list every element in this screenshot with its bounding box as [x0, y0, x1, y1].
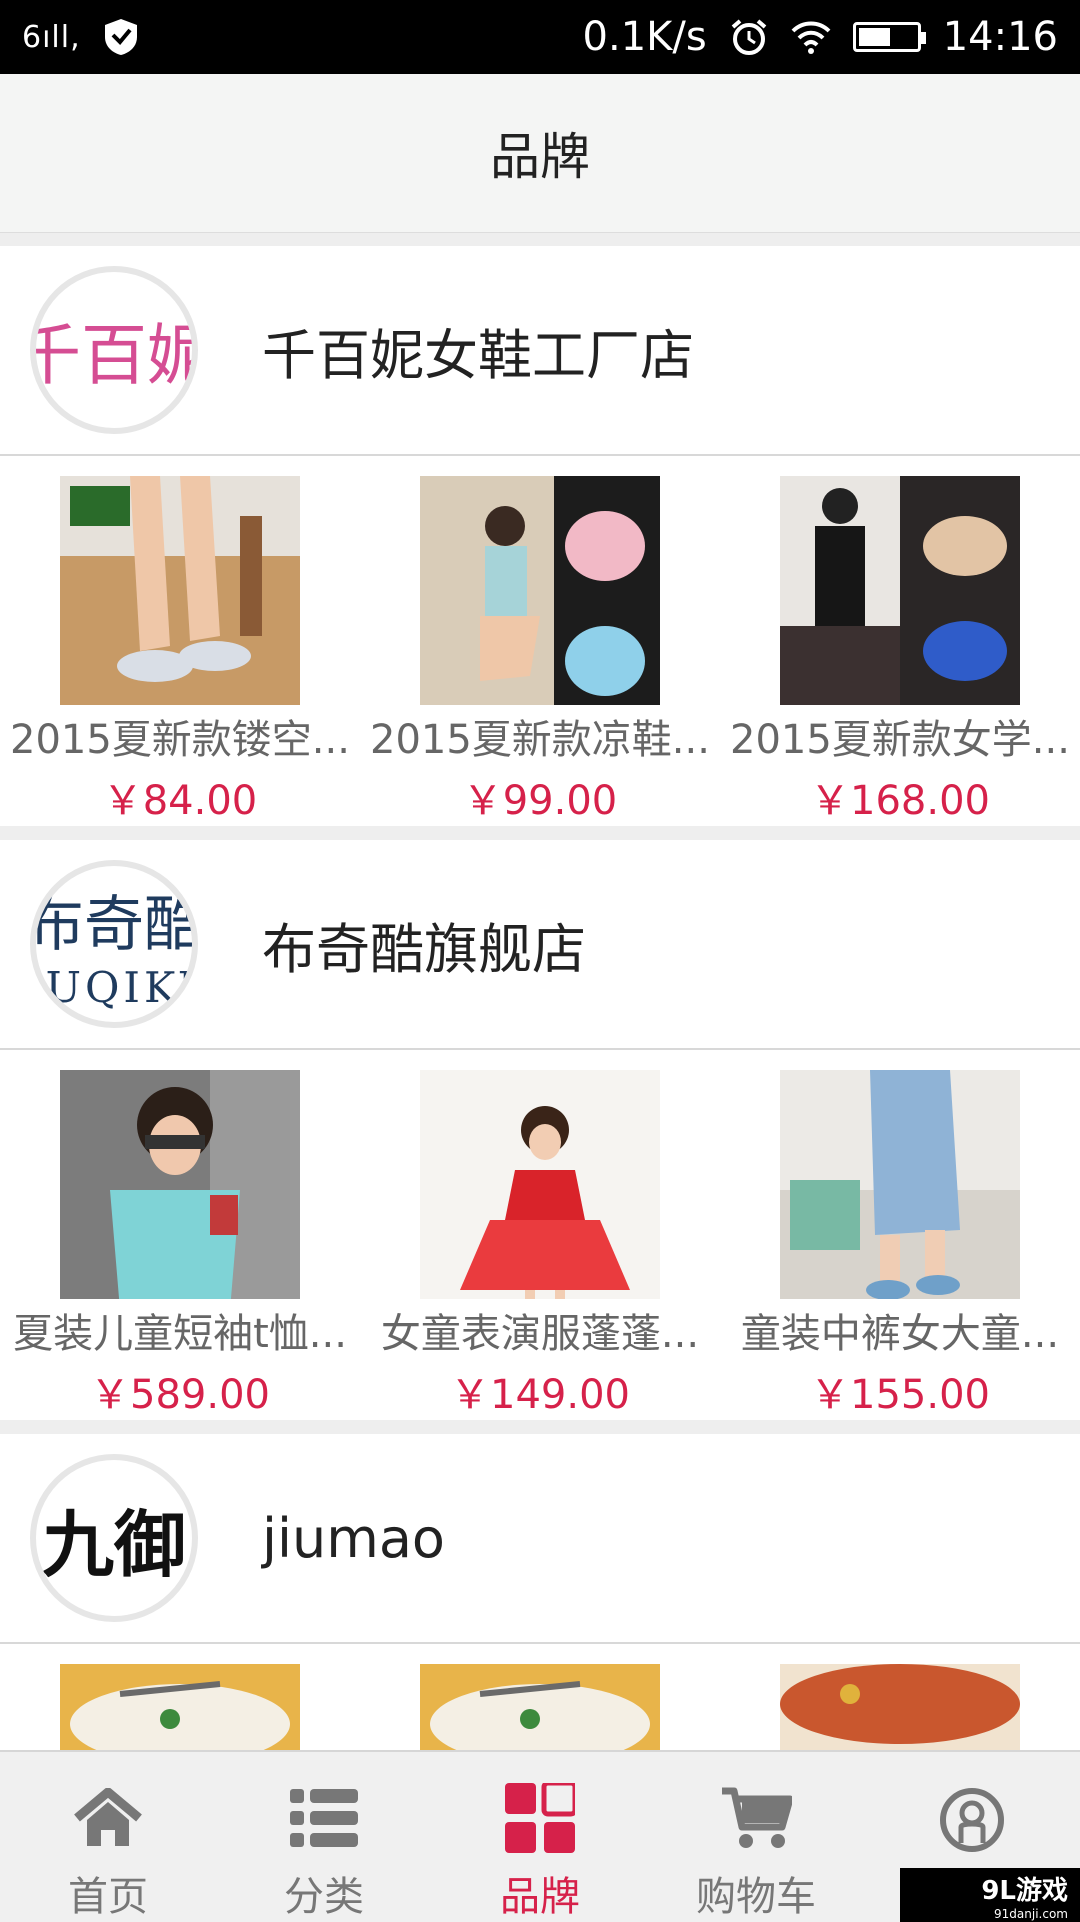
watermark: 9L游戏 91danji.com [900, 1868, 1080, 1922]
product-card[interactable] [360, 1644, 720, 1750]
nav-cart[interactable]: 购物车 [648, 1752, 864, 1922]
product-price: ￥99.00 [462, 778, 618, 824]
brand-section: 布奇酷 BUQIKU 布奇酷旗舰店 夏装儿童短 [0, 840, 1080, 1420]
product-image[interactable] [60, 1070, 300, 1299]
brand-row[interactable]: 千百妮 千百妮女鞋工厂店 [0, 246, 1080, 456]
home-icon [73, 1782, 143, 1854]
product-row [0, 1644, 1080, 1750]
nav-home[interactable]: 首页 [0, 1752, 216, 1922]
shield-icon [104, 19, 137, 55]
wifi-icon [791, 21, 831, 54]
nav-label: 品牌 [500, 1874, 580, 1920]
product-image[interactable] [420, 1070, 660, 1299]
product-card[interactable]: 2015夏新款镂空... ￥84.00 [0, 456, 360, 826]
product-image[interactable] [60, 1664, 300, 1750]
product-card[interactable]: 夏装儿童短袖t恤... ￥589.00 [0, 1050, 360, 1420]
product-price: ￥155.00 [810, 1372, 990, 1418]
brand-name: 布奇酷旗舰店 [262, 917, 586, 981]
battery-icon [852, 22, 926, 52]
brand-section: 千百妮 千百妮女鞋工厂店 2015夏 [0, 246, 1080, 826]
product-image[interactable] [420, 476, 660, 705]
product-row: 夏装儿童短袖t恤... ￥589.00 女童表演服蓬蓬... ￥149.00 童… [0, 1050, 1080, 1420]
brand-logo[interactable]: 布奇酷 BUQIKU [30, 860, 198, 1028]
product-price: ￥589.00 [90, 1372, 270, 1418]
product-name: 2015夏新款凉鞋... [370, 716, 710, 762]
brand-section: 九御 jiumao [0, 1434, 1080, 1750]
product-card[interactable] [0, 1644, 360, 1750]
product-image[interactable] [60, 476, 300, 705]
nav-brand[interactable]: 品牌 [432, 1752, 648, 1922]
product-image[interactable] [780, 1070, 1020, 1299]
user-icon [939, 1782, 1005, 1858]
watermark-url: 91danji.com [994, 1906, 1068, 1921]
product-card[interactable]: 童装中裤女大童... ￥155.00 [720, 1050, 1080, 1420]
brand-grid-icon [505, 1782, 575, 1854]
product-image[interactable] [780, 1664, 1020, 1750]
logo-subtext: BUQIKU [36, 963, 192, 1012]
signal-icon: 6ıll, [22, 19, 81, 55]
brand-list[interactable]: 千百妮 千百妮女鞋工厂店 2015夏 [0, 246, 1080, 1750]
nav-category[interactable]: 分类 [216, 1752, 432, 1922]
alarm-icon [731, 19, 767, 55]
cart-icon [720, 1782, 792, 1854]
nav-label: 购物车 [696, 1874, 816, 1920]
brand-row[interactable]: 九御 jiumao [0, 1434, 1080, 1644]
product-price: ￥149.00 [450, 1372, 630, 1418]
nav-label: 分类 [284, 1874, 364, 1920]
product-name: 2015夏新款女学... [730, 716, 1070, 762]
product-card[interactable]: 2015夏新款女学... ￥168.00 [720, 456, 1080, 826]
bottom-nav: 首页 分类 品牌 购物车 9L游戏 91danji.com [0, 1750, 1080, 1922]
watermark-brand: 9L游戏 [981, 1875, 1068, 1906]
brand-logo[interactable]: 九御 [30, 1454, 198, 1622]
product-card[interactable]: 2015夏新款凉鞋... ￥99.00 [360, 456, 720, 826]
brand-row[interactable]: 布奇酷 BUQIKU 布奇酷旗舰店 [0, 840, 1080, 1050]
product-card[interactable]: 女童表演服蓬蓬... ￥149.00 [360, 1050, 720, 1420]
status-bar: 6ıll, 0.1K/s 14:16 [0, 0, 1080, 74]
brand-name: jiumao [262, 1506, 445, 1570]
product-price: ￥168.00 [810, 778, 990, 824]
product-name: 2015夏新款镂空... [10, 716, 350, 762]
product-image[interactable] [420, 1664, 660, 1750]
logo-text: 布奇酷 [30, 890, 198, 960]
product-name: 童装中裤女大童... [740, 1310, 1060, 1356]
product-price: ￥84.00 [102, 778, 258, 824]
brand-name: 千百妮女鞋工厂店 [262, 323, 694, 387]
nav-label: 首页 [68, 1874, 148, 1920]
network-speed: 0.1K/s [582, 14, 707, 60]
page-title: 品牌 [490, 128, 590, 186]
product-row: 2015夏新款镂空... ￥84.00 2015夏新款凉鞋... ￥99.00 … [0, 456, 1080, 826]
list-icon [290, 1782, 358, 1854]
product-image[interactable] [780, 476, 1020, 705]
app-header: 品牌 [0, 74, 1080, 233]
product-name: 女童表演服蓬蓬... [380, 1310, 700, 1356]
logo-text: 千百妮 [36, 317, 192, 394]
product-name: 夏装儿童短袖t恤... [13, 1310, 347, 1356]
clock: 14:16 [942, 14, 1058, 60]
brand-logo[interactable]: 千百妮 [30, 266, 198, 434]
product-card[interactable] [720, 1644, 1080, 1750]
logo-text: 九御 [41, 1501, 186, 1587]
